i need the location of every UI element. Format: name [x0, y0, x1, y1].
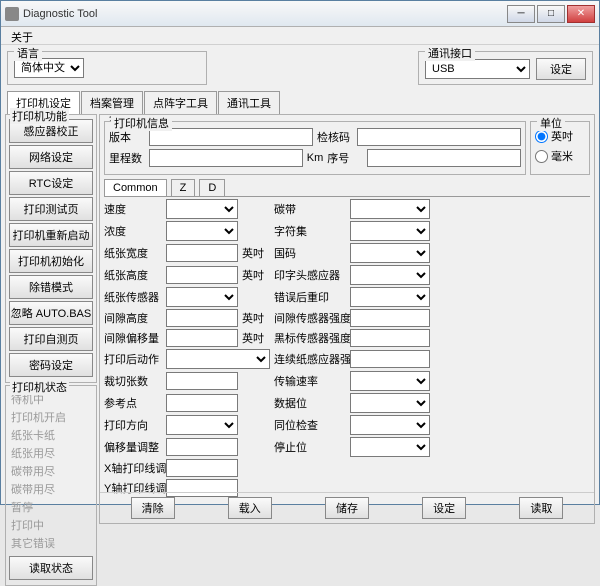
- unit-label: 单位: [537, 115, 565, 131]
- in-pwidth[interactable]: [166, 244, 238, 262]
- input-mileage[interactable]: [149, 149, 303, 167]
- info-label: 打印机信息: [111, 115, 172, 131]
- btn-network[interactable]: 网络设定: [9, 145, 93, 169]
- btn-read-status[interactable]: 读取状态: [9, 556, 93, 580]
- printer-status-group: 打印机状态 待机中 打印机开启 纸张卡纸 纸张用尽 碳带用尽 碳带用尽 暂停 打…: [5, 385, 97, 586]
- btn-testpage[interactable]: 打印测试页: [9, 197, 93, 221]
- comm-select[interactable]: USB: [425, 59, 530, 79]
- input-version[interactable]: [149, 128, 313, 146]
- input-serial[interactable]: [367, 149, 521, 167]
- btn-password[interactable]: 密码设定: [9, 353, 93, 377]
- sub-tabs: Common Z D: [104, 179, 590, 197]
- tab-file-mgmt[interactable]: 档案管理: [81, 91, 143, 114]
- in-xadj[interactable]: [166, 459, 238, 477]
- comm-group: 通讯接口 USB 设定: [418, 51, 593, 85]
- btn-ignore-autobas[interactable]: 忽略 AUTO.BAS: [9, 301, 93, 325]
- sel-charset[interactable]: [350, 221, 430, 241]
- sel-reprint[interactable]: [350, 287, 430, 307]
- lbl-mileage: 里程数: [109, 150, 145, 166]
- sel-databits[interactable]: [350, 393, 430, 413]
- in-bmsensor[interactable]: [350, 329, 430, 347]
- unit-group: 单位 英吋 毫米: [530, 121, 590, 175]
- lbl-version: 版本: [109, 129, 145, 145]
- status-open: 打印机开启: [9, 408, 93, 426]
- menubar: 关于: [1, 27, 599, 45]
- status-printing: 打印中: [9, 516, 93, 534]
- btn-save[interactable]: 储存: [325, 497, 369, 519]
- window-title: Diagnostic Tool: [23, 8, 507, 20]
- close-button[interactable]: ✕: [567, 5, 595, 23]
- sel-country[interactable]: [350, 243, 430, 263]
- titlebar: Diagnostic Tool ─ □ ✕: [1, 1, 599, 27]
- tab-comm-tool[interactable]: 通讯工具: [218, 91, 280, 114]
- btn-read[interactable]: 读取: [519, 497, 563, 519]
- status-jam: 纸张卡纸: [9, 426, 93, 444]
- btn-restart[interactable]: 打印机重新启动: [9, 223, 93, 247]
- btn-load[interactable]: 载入: [228, 497, 272, 519]
- status-error: 其它错误: [9, 534, 93, 552]
- maximize-button[interactable]: □: [537, 5, 565, 23]
- in-gapoffset[interactable]: [166, 329, 238, 347]
- sel-ribbon[interactable]: [350, 199, 430, 219]
- lbl-checksum: 检核码: [317, 129, 353, 145]
- status-ribbonout2: 碳带用尽: [9, 480, 93, 498]
- sel-density[interactable]: [166, 221, 238, 241]
- sel-speed[interactable]: [166, 199, 238, 219]
- settings-grid: 速度 碳带 浓度 字符集 纸张宽度英吋 国码 纸张高度英吋 印字头感应器 纸张传…: [104, 199, 590, 497]
- comm-label: 通讯接口: [425, 45, 475, 61]
- menu-about[interactable]: 关于: [7, 29, 37, 45]
- subtab-d[interactable]: D: [199, 179, 225, 196]
- sel-postprint[interactable]: [166, 349, 270, 369]
- comm-set-button[interactable]: 设定: [536, 58, 586, 80]
- in-offsetadj[interactable]: [166, 438, 238, 456]
- btn-init[interactable]: 打印机初始化: [9, 249, 93, 273]
- subtab-z[interactable]: Z: [171, 179, 196, 196]
- in-pheight[interactable]: [166, 266, 238, 284]
- radio-inch[interactable]: [535, 130, 548, 143]
- main-tabs: 打印机设定 档案管理 点阵字工具 通讯工具: [7, 91, 593, 114]
- radio-mm[interactable]: [535, 150, 548, 163]
- btn-rtc[interactable]: RTC设定: [9, 171, 93, 195]
- funcs-label: 打印机功能: [10, 108, 69, 124]
- language-group: 语言 简体中文: [7, 51, 207, 85]
- sel-parity[interactable]: [350, 415, 430, 435]
- in-contsensor[interactable]: [350, 350, 430, 368]
- status-label: 打印机状态: [10, 379, 69, 395]
- btn-clear[interactable]: 清除: [131, 497, 175, 519]
- status-pause: 暂停: [9, 498, 93, 516]
- lbl-serial: 序号: [327, 150, 363, 166]
- sel-headsensor[interactable]: [350, 265, 430, 285]
- sel-psensor[interactable]: [166, 287, 238, 307]
- input-checksum[interactable]: [357, 128, 521, 146]
- language-label: 语言: [14, 45, 42, 61]
- minimize-button[interactable]: ─: [507, 5, 535, 23]
- tab-bitmap-font[interactable]: 点阵字工具: [144, 91, 217, 114]
- in-gapheight[interactable]: [166, 309, 238, 327]
- sel-baud[interactable]: [350, 371, 430, 391]
- bottom-buttons: 清除 载入 储存 设定 读取: [100, 492, 594, 519]
- language-select[interactable]: 简体中文: [14, 58, 84, 78]
- lbl-km: Km: [307, 152, 324, 164]
- status-paperout: 纸张用尽: [9, 444, 93, 462]
- app-icon: [5, 7, 19, 21]
- status-ribbonout1: 碳带用尽: [9, 462, 93, 480]
- btn-set[interactable]: 设定: [422, 497, 466, 519]
- sel-printdir[interactable]: [166, 415, 238, 435]
- sel-stopbit[interactable]: [350, 437, 430, 457]
- printer-config-panel: 打印机设定 打印机信息 版本 检核码 里程数 Km 序号: [99, 114, 595, 524]
- in-gapsensor[interactable]: [350, 309, 430, 327]
- in-cutcount[interactable]: [166, 372, 238, 390]
- printer-functions-group: 打印机功能 感应器校正 网络设定 RTC设定 打印测试页 打印机重新启动 打印机…: [5, 114, 97, 383]
- printer-info-group: 打印机信息 版本 检核码 里程数 Km 序号: [104, 121, 526, 175]
- subtab-common[interactable]: Common: [104, 179, 167, 196]
- btn-debug[interactable]: 除错模式: [9, 275, 93, 299]
- in-refpoint[interactable]: [166, 394, 238, 412]
- btn-selftest[interactable]: 打印自测页: [9, 327, 93, 351]
